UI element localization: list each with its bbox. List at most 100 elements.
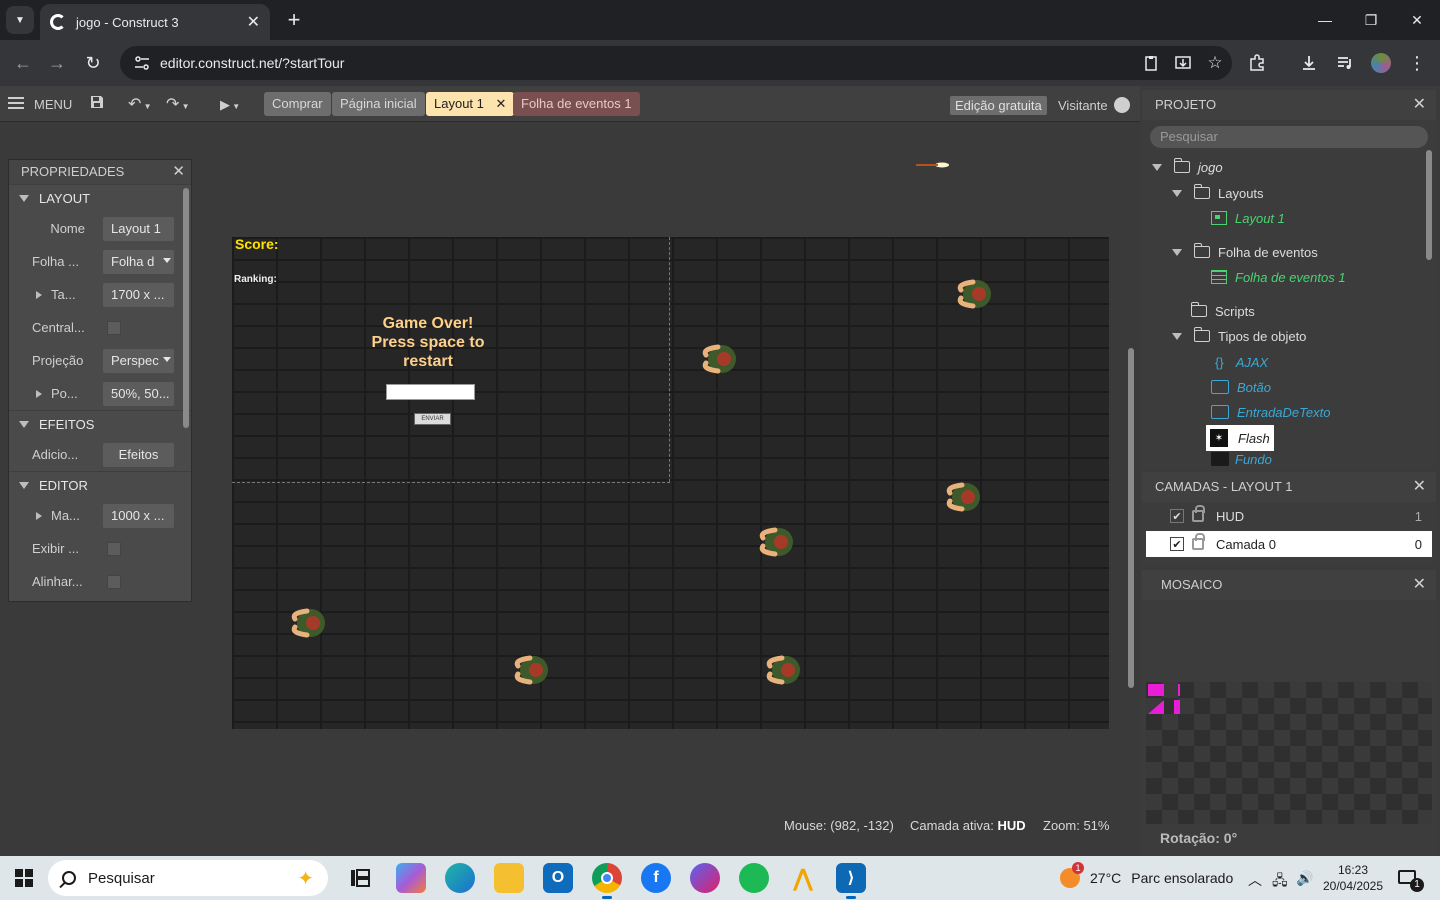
prop-unbounded-checkbox[interactable]: [107, 320, 121, 335]
tree-root-jogo[interactable]: jogo: [1152, 156, 1223, 178]
taskbar-search-box[interactable]: Pesquisar ✦: [48, 860, 328, 896]
prop-margins-field[interactable]: 1000 x ...: [103, 503, 174, 528]
messenger-icon[interactable]: [690, 863, 720, 893]
window-close-button[interactable]: ✕: [1394, 0, 1440, 40]
weather-widget[interactable]: 1 27°C Parc ensolarado: [1060, 862, 1233, 888]
submit-button[interactable]: ENVIAR: [414, 413, 451, 425]
redo-icon[interactable]: ↷ ▼: [166, 94, 190, 114]
tab-folha-de-eventos-1[interactable]: Folha de eventos 1: [513, 92, 640, 116]
install-app-icon[interactable]: [1168, 48, 1198, 78]
flash-bullet-sprite[interactable]: [916, 162, 950, 168]
ranking-text[interactable]: Ranking:: [234, 274, 277, 285]
chrome-taskbar-icon[interactable]: [592, 863, 622, 899]
task-view-icon[interactable]: [345, 863, 375, 893]
project-search-input[interactable]: Pesquisar: [1150, 126, 1428, 148]
tree-object-entrada-de-texto[interactable]: EntradaDeTexto: [1211, 401, 1330, 423]
name-text-input[interactable]: [386, 384, 475, 400]
enemy-sprite[interactable]: [698, 337, 742, 381]
enemy-sprite[interactable]: [942, 475, 986, 519]
facebook-icon[interactable]: f: [641, 863, 671, 893]
prop-snap-checkbox[interactable]: [107, 574, 121, 589]
bookmark-star-icon[interactable]: ☆: [1200, 48, 1230, 78]
extensions-icon[interactable]: [1242, 48, 1272, 78]
network-icon[interactable]: 🖧: [1272, 870, 1288, 894]
undo-icon[interactable]: ↶ ▼: [128, 94, 152, 114]
layout-view[interactable]: Score: Ranking: Game Over! Press space t…: [0, 122, 1140, 892]
copilot-app-icon[interactable]: [396, 863, 426, 893]
tile-magenta-1[interactable]: [1148, 684, 1164, 696]
preview-play-icon[interactable]: ▶ ▼: [220, 97, 240, 113]
tree-item-layout-1[interactable]: Layout 1: [1211, 207, 1285, 229]
prop-show-grid-checkbox[interactable]: [107, 541, 121, 556]
spotify-icon[interactable]: [739, 863, 769, 893]
site-info-icon[interactable]: [134, 55, 150, 71]
profile-avatar[interactable]: [1366, 48, 1396, 78]
enemy-sprite[interactable]: [953, 272, 997, 316]
address-bar[interactable]: editor.construct.net/?startTour ☆: [120, 46, 1232, 80]
prop-name-field[interactable]: Layout 1: [103, 216, 174, 241]
outlook-icon[interactable]: O: [543, 863, 573, 893]
tab-close-button[interactable]: ✕: [247, 12, 260, 32]
save-icon[interactable]: [89, 94, 105, 115]
tab-pagina-inicial[interactable]: Página inicial: [332, 92, 425, 116]
tab-layout-1-close[interactable]: ✕: [496, 96, 507, 111]
lock-icon[interactable]: [1192, 533, 1205, 550]
project-tree-scrollbar[interactable]: [1426, 150, 1432, 260]
tree-item-event-sheet-1[interactable]: Folha de eventos 1: [1211, 266, 1346, 288]
tile-magenta-4[interactable]: [1174, 700, 1180, 714]
media-control-icon[interactable]: [1330, 48, 1360, 78]
tree-folder-scripts[interactable]: Scripts: [1191, 300, 1255, 322]
notifications-icon[interactable]: 1: [1398, 870, 1424, 892]
section-effects[interactable]: EFEITOS: [9, 410, 191, 438]
download-icon[interactable]: [1294, 48, 1324, 78]
new-tab-button[interactable]: +: [282, 8, 306, 32]
tray-chevron-up-icon[interactable]: ︿: [1248, 870, 1262, 890]
system-clock[interactable]: 16:23 20/04/2025: [1318, 862, 1388, 894]
effects-button[interactable]: Efeitos: [103, 442, 174, 467]
prop-projection-select[interactable]: Perspec: [103, 348, 174, 373]
tree-object-fundo[interactable]: Fundo: [1211, 452, 1272, 466]
expand-arrow-icon[interactable]: [36, 291, 42, 299]
chrome-menu-icon[interactable]: ⋮: [1402, 48, 1432, 78]
tree-object-botao[interactable]: Botão: [1211, 376, 1271, 398]
user-avatar-icon[interactable]: [1114, 97, 1130, 113]
tree-folder-object-types[interactable]: Tipos de objeto: [1172, 325, 1306, 347]
section-layout[interactable]: LAYOUT: [9, 184, 191, 212]
ai-app-icon[interactable]: ⋀: [788, 863, 818, 893]
layer-row-hud[interactable]: ✔ HUD 1: [1146, 503, 1432, 529]
layer-visible-checkbox[interactable]: ✔: [1170, 537, 1184, 551]
prop-vanishing-point-field[interactable]: 50%, 50...: [103, 381, 174, 406]
windows-start-button[interactable]: [15, 869, 33, 887]
reload-button[interactable]: ↻: [78, 48, 108, 78]
prop-event-sheet-select[interactable]: Folha d: [103, 249, 174, 274]
layers-close-button[interactable]: ✕: [1413, 472, 1426, 502]
forward-button[interactable]: →: [42, 48, 72, 78]
tree-folder-event-sheets[interactable]: Folha de eventos: [1172, 241, 1318, 263]
tilemap-close-button[interactable]: ✕: [1413, 570, 1426, 600]
section-editor[interactable]: EDITOR: [9, 471, 191, 499]
enemy-sprite[interactable]: [762, 648, 806, 692]
window-minimize-button[interactable]: —: [1302, 0, 1348, 40]
properties-close-button[interactable]: ✕: [172, 160, 185, 184]
lock-icon[interactable]: [1192, 505, 1205, 522]
volume-icon[interactable]: 🔊: [1296, 870, 1313, 887]
back-button[interactable]: ←: [8, 48, 38, 78]
score-text[interactable]: Score:: [235, 236, 279, 252]
game-over-text[interactable]: Game Over! Press space to restart: [362, 314, 494, 371]
expand-arrow-icon[interactable]: [36, 512, 42, 520]
enemy-sprite[interactable]: [510, 648, 554, 692]
main-menu-button[interactable]: MENU: [8, 94, 72, 112]
tile-magenta-3[interactable]: [1148, 700, 1164, 714]
vscode-icon[interactable]: ⟩: [836, 863, 866, 899]
enemy-sprite[interactable]: [287, 601, 331, 645]
clipboard-icon[interactable]: [1136, 48, 1166, 78]
tab-search-button[interactable]: ▼: [6, 6, 34, 34]
tree-object-ajax[interactable]: {} AJAX: [1211, 351, 1268, 373]
edge-browser-icon[interactable]: [445, 863, 475, 893]
window-maximize-button[interactable]: ❐: [1348, 0, 1394, 40]
tab-layout-1[interactable]: Layout 1 ✕: [426, 92, 515, 116]
vertical-scrollbar[interactable]: [1128, 348, 1134, 688]
layer-row-camada-0[interactable]: ✔ Camada 0 0: [1146, 531, 1432, 557]
file-explorer-icon[interactable]: [494, 863, 524, 893]
prop-size-field[interactable]: 1700 x ...: [103, 282, 174, 307]
